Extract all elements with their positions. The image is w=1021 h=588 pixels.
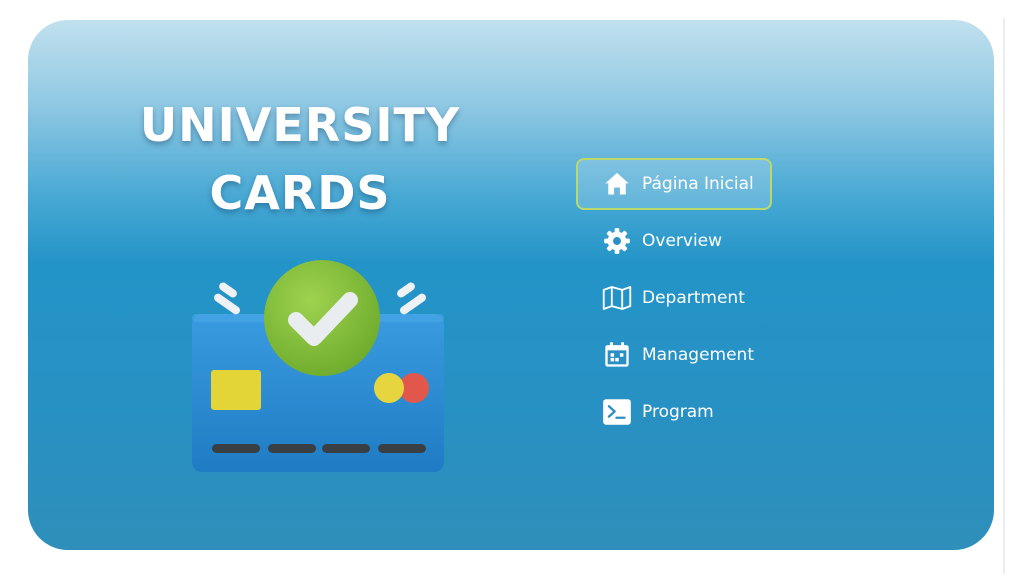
page-title-line1: UNIVERSITY: [139, 98, 461, 152]
nav-item-management[interactable]: Management: [576, 329, 772, 381]
map-icon: [602, 283, 632, 313]
scrollbar-edge: [1003, 18, 1005, 574]
nav-item-program[interactable]: Program: [576, 386, 772, 438]
main-panel: UNIVERSITY CARDS Página Inicial Overview…: [28, 20, 994, 550]
nav-item-pagina-inicial[interactable]: Página Inicial: [576, 158, 772, 210]
calendar-icon: [602, 340, 632, 370]
terminal-icon: [602, 397, 632, 427]
home-icon: [602, 169, 632, 199]
nav-item-label: Página Inicial: [642, 174, 754, 194]
nav-item-label: Management: [642, 345, 754, 365]
nav-item-label: Program: [642, 402, 714, 422]
card-chip: [211, 370, 261, 410]
card-logo-yellow: [374, 373, 404, 403]
nav-item-label: Department: [642, 288, 745, 308]
gear-icon: [602, 226, 632, 256]
page-title-line2: CARDS: [209, 166, 391, 220]
credit-card-check-illustration: [192, 260, 444, 472]
nav-item-department[interactable]: Department: [576, 272, 772, 324]
nav-item-overview[interactable]: Overview: [576, 215, 772, 267]
nav-item-label: Overview: [642, 231, 723, 251]
